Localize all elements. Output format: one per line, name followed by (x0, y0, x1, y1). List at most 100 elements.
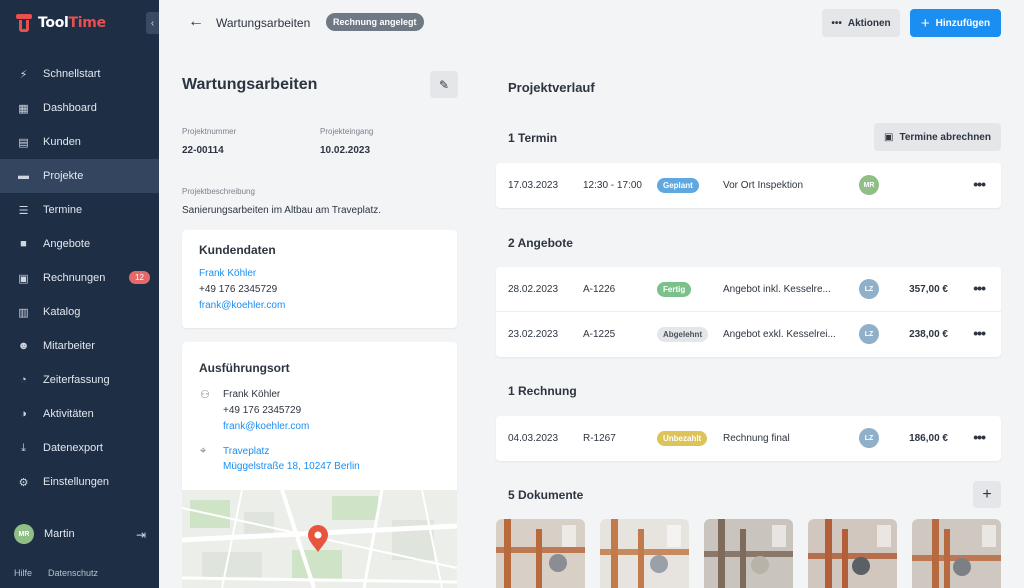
collapse-sidebar-button[interactable]: ‹ (146, 12, 159, 34)
invoice-number: R-1267 (583, 433, 616, 444)
location-phone: +49 176 2345729 (223, 405, 302, 416)
appointments-title: 1 Termin (508, 131, 558, 145)
sidebar-item-zeiterfassung[interactable]: ◔ Zeiterfassung (0, 363, 159, 397)
document-thumbnail[interactable] (496, 519, 585, 588)
avatar: LZ (859, 428, 879, 448)
user-profile[interactable]: MR Martin (14, 524, 75, 544)
sidebar-item-label: Rechnungen (43, 272, 106, 284)
back-arrow-icon[interactable]: ← (188, 13, 204, 31)
document-thumbnail[interactable] (912, 519, 1001, 588)
privacy-link[interactable]: Datenschutz (48, 568, 98, 578)
document-thumbnail[interactable] (600, 519, 689, 588)
document-image (600, 519, 689, 588)
document-image (496, 519, 585, 588)
bill-appointments-button[interactable]: ▣ Termine abrechnen (874, 123, 1001, 151)
project-received: 10.02.2023 (320, 145, 371, 156)
logo-icon (16, 14, 32, 32)
appointment-description: Vor Ort Inspektion (723, 180, 804, 191)
appointments-list: 17.03.2023 12:30 - 17:00 Geplant Vor Ort In… (496, 163, 1001, 208)
location-map[interactable] (182, 490, 457, 588)
pencil-icon: ✎ (438, 77, 450, 92)
app-logo[interactable]: ToolTime (16, 14, 106, 32)
sidebar-item-schnellstart[interactable]: ⚡ Schnellstart (0, 57, 159, 91)
location-place-link[interactable]: Traveplatz (223, 446, 269, 457)
edit-button[interactable]: ✎ (430, 71, 458, 98)
sidebar-item-label: Kunden (43, 136, 81, 148)
sidebar-item-label: Termine (43, 204, 83, 216)
avatar: LZ (859, 279, 879, 299)
folder-icon: ▬ (18, 170, 29, 182)
customer-phone: +49 176 2345729 (199, 284, 278, 295)
location-contact-name: Frank Köhler (223, 389, 281, 400)
status-badge: Rechnung angelegt (326, 13, 424, 31)
offer-date: 23.02.2023 (508, 329, 559, 340)
help-link[interactable]: Hilfe (14, 568, 32, 578)
offer-description: Angebot inkl. Kesselre... (723, 284, 831, 295)
chevron-left-icon: ‹ (150, 17, 155, 29)
more-icon[interactable]: ••• (973, 163, 986, 208)
location-address-link[interactable]: Müggelstraße 18, 10247 Berlin (223, 461, 360, 472)
appointment-date: 17.03.2023 (508, 180, 559, 191)
project-title: Wartungsarbeiten (182, 76, 318, 93)
sidebar-item-label: Projekte (43, 170, 84, 182)
project-description: Sanierungsarbeiten im Altbau am Travepla… (182, 205, 381, 216)
sidebar-item-aktivitäten[interactable]: ◑ Aktivitäten (0, 397, 159, 431)
location-email-link[interactable]: frank@koehler.com (223, 421, 309, 432)
sidebar-item-label: Angebote (43, 238, 91, 250)
actions-button[interactable]: ••• Aktionen (822, 9, 900, 37)
download-icon: ⤓ (21, 441, 26, 454)
actions-label: Aktionen (847, 17, 891, 29)
offer-description: Angebot exkl. Kesselrei... (723, 329, 836, 340)
more-icon: ••• (831, 17, 842, 29)
sidebar-item-label: Einstellungen (43, 476, 110, 488)
avatar: MR (859, 175, 879, 195)
sidebar-item-mitarbeiter[interactable]: ☻ Mitarbeiter (0, 329, 159, 363)
status-badge: Geplant (657, 178, 699, 193)
invoice-description: Rechnung final (723, 433, 790, 444)
stopwatch-icon: ◔ (20, 374, 27, 386)
bolt-icon: ⚡ (19, 68, 28, 81)
document-image (808, 519, 897, 588)
document-image (912, 519, 1001, 588)
add-button[interactable]: + Hinzufügen (910, 9, 1001, 37)
sidebar-item-einstellungen[interactable]: ⚙ Einstellungen (0, 465, 159, 499)
logout-icon[interactable]: ⇥ (136, 528, 146, 542)
project-number-label: Projektnummer (182, 127, 237, 136)
add-label: Hinzufügen (935, 17, 991, 29)
user-name: Martin (44, 528, 75, 540)
customer-email-link[interactable]: frank@koehler.com (199, 300, 285, 311)
document-icon: ■ (20, 238, 27, 250)
offers-title: 2 Angebote (508, 236, 573, 250)
offer-date: 28.02.2023 (508, 284, 559, 295)
offer-row[interactable]: 23.02.2023 A-1225 Abgelehnt Angebot exkl. K… (496, 312, 1001, 357)
users-icon: ☻ (17, 340, 30, 352)
sidebar-item-katalog[interactable]: ▥ Katalog (0, 295, 159, 329)
plus-icon: + (920, 14, 930, 32)
sidebar-item-termine[interactable]: ☰ Termine (0, 193, 159, 227)
gear-icon: ⚙ (18, 476, 29, 489)
document-thumbnail[interactable] (704, 519, 793, 588)
offer-row[interactable]: 28.02.2023 A-1226 Fertig Angebot inkl. Kess… (496, 267, 1001, 312)
sidebar-item-kunden[interactable]: ▤ Kunden (0, 125, 159, 159)
location-card: Ausführungsort ⚇ Frank Köhler +49 176 23… (182, 342, 457, 492)
dashboard-icon: ▦ (18, 102, 29, 115)
status-badge: Unbezahlt (657, 431, 708, 446)
invoice-row[interactable]: 04.03.2023 R-1267 Unbezahlt Rechnung final L… (496, 416, 1001, 461)
plus-icon: + (982, 485, 992, 503)
sidebar-item-angebote[interactable]: ■ Angebote (0, 227, 159, 261)
customer-name-link[interactable]: Frank Köhler (199, 268, 256, 279)
offer-amount: 238,00 € (909, 329, 948, 340)
add-document-button[interactable]: + (973, 481, 1001, 508)
sidebar-item-label: Dashboard (43, 102, 97, 114)
sidebar-item-datenexport[interactable]: ⤓ Datenexport (0, 431, 159, 465)
sidebar-item-projekte[interactable]: ▬ Projekte (0, 159, 159, 193)
more-icon[interactable]: ••• (973, 267, 986, 312)
appointment-row[interactable]: 17.03.2023 12:30 - 17:00 Geplant Vor Ort In… (496, 163, 1001, 208)
book-icon: ▥ (18, 306, 29, 319)
sidebar-item-label: Aktivitäten (43, 408, 94, 420)
document-thumbnail[interactable] (808, 519, 897, 588)
more-icon[interactable]: ••• (973, 312, 986, 357)
sidebar-item-rechnungen[interactable]: ▣ Rechnungen 12 (0, 261, 159, 295)
more-icon[interactable]: ••• (973, 416, 986, 461)
sidebar-item-dashboard[interactable]: ▦ Dashboard (0, 91, 159, 125)
